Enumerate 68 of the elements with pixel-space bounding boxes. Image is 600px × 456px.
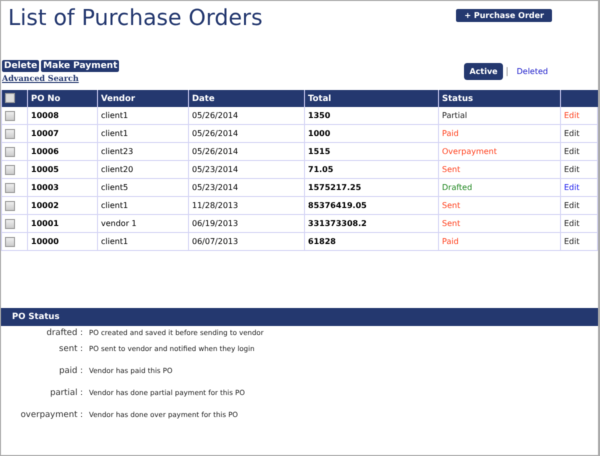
advanced-search-link[interactable]: Advanced Search: [2, 73, 120, 83]
order-date: 11/28/2013: [192, 201, 238, 210]
vendor-name: client1: [101, 237, 128, 246]
order-total: 85376419.05: [308, 201, 367, 210]
vendor-name: client23: [101, 147, 134, 156]
row-checkbox[interactable]: [5, 146, 15, 156]
order-status: Sent: [442, 201, 460, 210]
order-total: 1515: [308, 147, 330, 156]
order-status: Sent: [442, 165, 460, 174]
status-term: overpayment :: [20, 410, 83, 421]
order-date: 05/23/2014: [192, 165, 238, 174]
filter-tab[interactable]: Active: [464, 63, 503, 80]
order-date: 05/26/2014: [192, 147, 238, 156]
po-number: 10006: [31, 147, 59, 156]
vendor-name: client1: [101, 129, 128, 138]
po-number: 10005: [31, 165, 59, 174]
order-total: 1350: [308, 111, 330, 120]
column-header: Status: [438, 90, 560, 107]
po-number: 10008: [31, 111, 59, 120]
order-date: 05/26/2014: [192, 111, 238, 120]
order-date: 05/23/2014: [192, 183, 238, 192]
row-checkbox[interactable]: [5, 182, 15, 192]
row-checkbox[interactable]: [5, 110, 15, 120]
row-checkbox[interactable]: [5, 218, 15, 228]
filter-tab[interactable]: Deleted: [512, 63, 553, 80]
vendor-name: client5: [101, 183, 128, 192]
order-date: 06/19/2013: [192, 219, 238, 228]
po-number: 10003: [31, 183, 59, 192]
status-term: sent :: [58, 344, 83, 355]
vendor-name: vendor 1: [101, 219, 137, 228]
action-button[interactable]: Delete: [2, 60, 40, 72]
order-total: 71.05: [308, 165, 334, 174]
row-checkbox[interactable]: [5, 164, 15, 174]
po-number: 10000: [31, 237, 59, 246]
status-term: partial :: [49, 388, 83, 399]
action-button[interactable]: Make Payment: [41, 60, 120, 72]
legend-header: PO Status: [1, 308, 598, 326]
vendor-name: client1: [101, 111, 128, 120]
vendor-name: client20: [101, 165, 134, 174]
page-title: List of Purchase Orders: [8, 5, 263, 33]
order-total: 1575217.25: [308, 183, 362, 192]
order-date: 06/07/2013: [192, 237, 238, 246]
order-total: 331373308.2: [308, 219, 367, 228]
order-date: 05/26/2014: [192, 129, 238, 138]
order-status: Paid: [442, 237, 459, 246]
order-total: 61828: [308, 237, 336, 246]
order-status: Sent: [442, 219, 460, 228]
order-status: Drafted: [442, 183, 472, 192]
status-term: paid :: [58, 366, 83, 377]
column-header: PO No: [28, 90, 98, 107]
column-header: Vendor: [98, 90, 188, 107]
po-number: 10002: [31, 201, 59, 210]
order-total: 1000: [308, 129, 330, 138]
row-checkbox[interactable]: [5, 200, 15, 210]
order-status: Paid: [442, 129, 459, 138]
select-all-checkbox[interactable]: [5, 93, 15, 104]
status-term: drafted :: [46, 328, 83, 339]
po-number: 10007: [31, 129, 59, 138]
new-purchase-order-button[interactable]: + Purchase Order: [456, 9, 552, 22]
vendor-name: client1: [101, 201, 128, 210]
separator: |: [506, 66, 509, 76]
order-status: Overpayment: [442, 147, 497, 156]
column-header: Total: [304, 90, 438, 107]
column-header: Date: [188, 90, 304, 107]
row-checkbox[interactable]: [5, 128, 15, 138]
po-number: 10001: [31, 219, 59, 228]
order-status: Partial: [442, 111, 468, 120]
row-checkbox[interactable]: [5, 236, 15, 246]
